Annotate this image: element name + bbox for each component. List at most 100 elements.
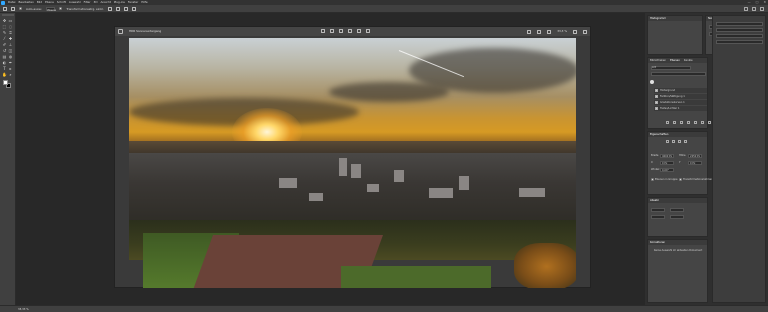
angle-field[interactable]: 0,00° [660,168,674,172]
layer-row[interactable]: Tiefen/Lichter 1 [654,106,707,111]
toolbar-grip[interactable] [2,14,14,16]
frame-icon[interactable] [321,29,325,33]
tab-histogram[interactable]: Histogramm [650,16,666,21]
blend-mode-field[interactable] [651,72,706,76]
dodge-tool-icon[interactable]: ◐ [2,60,7,65]
layer-row[interactable]: Hintergrund [654,88,707,93]
more-options-icon[interactable] [131,6,136,11]
healing-tool-icon[interactable]: ✚ [8,36,13,41]
marquee-tool-icon[interactable]: ⬚ [2,24,7,29]
screen-mode-icon[interactable] [537,29,542,34]
artboard-tool-icon[interactable]: ▭ [8,18,13,23]
home-icon[interactable] [3,6,7,11]
rotate-icon[interactable] [330,29,334,33]
align-left-icon[interactable] [666,140,669,143]
dock-field [716,28,763,32]
building [394,170,404,182]
height-field[interactable]: 2250 Px [688,154,702,158]
show-transform-checkbox[interactable] [59,7,63,10]
eyedropper-tool-icon[interactable]: ⁄ [2,36,7,41]
layer-filter-field[interactable] [651,66,691,70]
canvas-image[interactable] [129,38,576,288]
x-value: 0 Px [662,161,668,165]
hand-tool-icon[interactable]: ✋ [2,72,7,77]
document-menu-icon[interactable] [118,29,123,34]
tab-channels[interactable]: Kanäle [684,58,693,63]
grid-icon[interactable] [339,29,343,33]
workspace-icon[interactable] [752,7,756,11]
pen-tool-icon[interactable]: ✒ [8,60,13,65]
align-center-icon[interactable] [672,140,675,143]
align-right-icon[interactable] [123,6,128,11]
move-tool-icon[interactable] [11,6,15,11]
search-icon[interactable] [744,7,748,11]
layer-name: Farbton/Sättigung 1 [660,94,685,98]
gradient-tool-icon[interactable]: ▤ [2,54,7,59]
align-left-icon[interactable] [107,6,112,11]
layer-row[interactable]: Farbton/Sättigung 1 [654,94,707,99]
lasso-tool-icon[interactable]: ◌ [8,24,13,29]
lock-icon[interactable] [650,80,654,84]
history-brush-tool-icon[interactable]: ↺ [2,48,7,53]
status-zoom-readout[interactable]: 33,33 % [18,307,29,312]
align-center-icon[interactable] [115,6,120,11]
foreground-color-swatch[interactable] [3,80,8,85]
cloud-shape [329,82,449,102]
eraser-tool-icon[interactable]: ◫ [8,48,13,53]
auto-select-target-dropdown[interactable]: Ebene [46,6,56,12]
adjustments-panel: Korrekturen Keine Auswahl im aktuellen D… [647,239,708,303]
mask-icon[interactable] [680,121,683,124]
document-zoom-readout[interactable]: 33,3 % [557,29,567,34]
folder-icon [655,88,658,92]
auto-select-checkbox[interactable] [19,7,22,10]
tab-layers[interactable]: Ebenen [670,58,680,63]
type-tool-icon[interactable]: T [2,66,7,71]
width-field[interactable]: 4000 Px [660,154,674,158]
crop-tool-icon[interactable]: ⌗ [8,30,13,35]
tab-adjustments[interactable]: Korrekturen [650,240,665,245]
fx-icon[interactable] [673,121,676,124]
align-icons [666,140,687,143]
app-logo-icon [1,0,5,5]
share-icon[interactable] [760,7,764,11]
building [429,188,453,198]
height-value: 2250 Px [690,154,701,158]
spacing-field[interactable] [670,215,684,219]
trash-icon[interactable] [708,121,711,124]
tab-properties[interactable]: Eigenschaften [650,132,668,137]
new-layer-icon[interactable] [701,121,704,124]
spacing-field[interactable] [651,215,665,219]
adjustment-icon[interactable] [687,121,690,124]
move-tool-icon[interactable]: ✥ [2,18,7,23]
x-field[interactable]: 0 Px [660,161,674,165]
document-center-controls [321,29,370,33]
tab-paragraph[interactable]: Absatz [650,198,659,203]
zoom-tool-icon[interactable]: ⌕ [8,72,13,77]
align-top-icon[interactable] [684,140,687,143]
new-group-icon[interactable] [694,121,697,124]
brush-icon[interactable] [527,29,532,34]
indent-field[interactable] [651,208,665,212]
brush-tool-icon[interactable]: ✐ [2,42,7,47]
stamp-tool-icon[interactable]: ⊥ [8,42,13,47]
layers-in-group-checkbox[interactable] [651,178,654,181]
indent-field[interactable] [670,208,684,212]
link-icon[interactable] [666,121,669,124]
zoom-icon[interactable] [547,29,552,34]
tools-panel: ✥ ▭ ⬚ ◌ ✎ ⌗ ⁄ ✚ ✐ ⊥ ↺ ◫ ▤ ◍ ◐ ✒ T ▸ ✋ ⌕ [0,13,16,305]
align-right-icon[interactable] [678,140,681,143]
snap-icon[interactable] [366,29,370,33]
tab-libraries[interactable]: Bibliotheken [650,58,666,63]
layer-row[interactable]: Gradationskurven 1 [654,100,707,105]
transform-frame-checkbox[interactable] [679,178,682,181]
building [309,193,323,201]
path-select-tool-icon[interactable]: ▸ [8,66,13,71]
y-field[interactable]: 0 Px [688,161,702,165]
document-expand-icon[interactable] [573,29,577,34]
blur-tool-icon[interactable]: ◍ [8,54,13,59]
ruler-icon[interactable] [357,29,361,33]
document-close-icon[interactable] [583,29,587,34]
guides-icon[interactable] [348,29,352,33]
dock-field [716,40,763,44]
quick-select-tool-icon[interactable]: ✎ [2,30,7,35]
